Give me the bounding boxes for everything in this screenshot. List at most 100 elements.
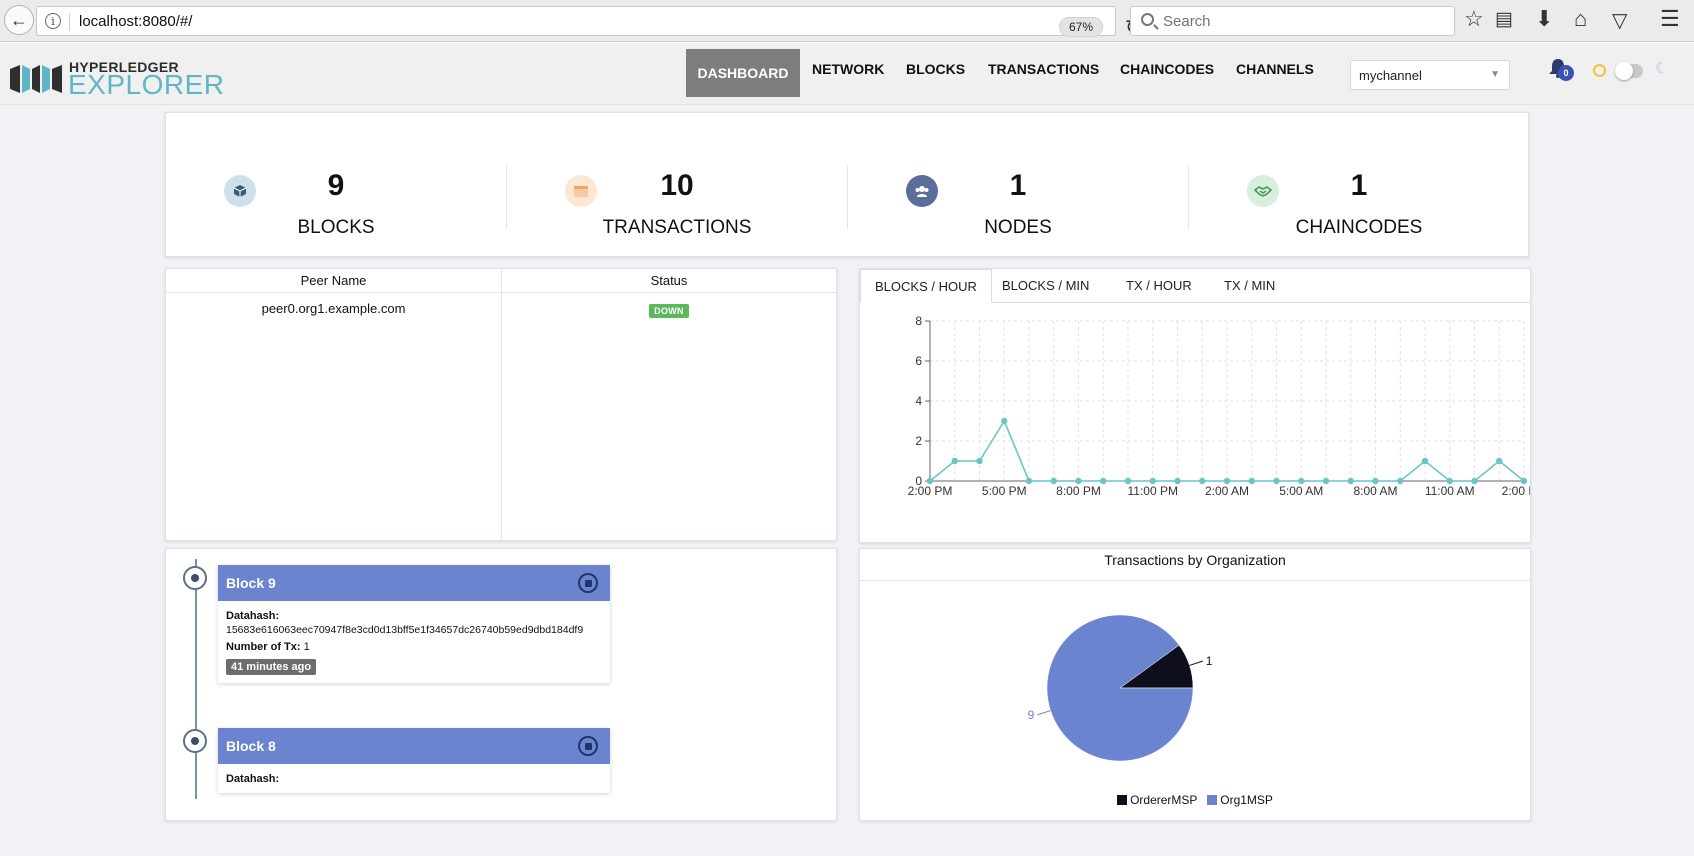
data-point: [1520, 477, 1528, 485]
x-tick-label: 8:00 PM: [1056, 484, 1101, 498]
block-card[interactable]: Block 9 Datahash: 15683e616063eec70947f8…: [218, 565, 610, 683]
stat-blocks-label: BLOCKS: [297, 217, 375, 238]
pocket-icon[interactable]: ▽: [1612, 8, 1627, 33]
channel-select-value: mychannel: [1359, 68, 1422, 83]
block-timeline-card: Block 9 Datahash: 15683e616063eec70947f8…: [165, 548, 837, 821]
stats-card: 9 BLOCKS 10 TRANSACTIONS 1 NODES 1 CHAIN…: [165, 112, 1529, 257]
arrow-left-icon: ←: [10, 9, 28, 30]
toggle-knob: [1615, 62, 1633, 80]
status-header[interactable]: Status: [502, 269, 836, 293]
data-point: [1298, 477, 1305, 485]
legend-swatch: [1117, 795, 1128, 805]
legend-item-org1[interactable]: Org1MSP: [1207, 793, 1273, 807]
nav-transactions[interactable]: TRANSACTIONS: [988, 61, 1099, 77]
reader-list-icon[interactable]: ▤: [1495, 8, 1513, 31]
zoom-badge[interactable]: 67%: [1059, 17, 1104, 37]
block-body: Datahash:: [218, 764, 610, 793]
data-point: [1273, 477, 1280, 485]
timeline-line: [195, 559, 197, 799]
legend-item-orderer[interactable]: OrdererMSP: [1117, 793, 1197, 807]
pie-slice: [1046, 614, 1194, 762]
nav-blocks[interactable]: BLOCKS: [906, 61, 965, 77]
datahash-label: Datahash:: [226, 610, 280, 622]
data-point: [1050, 477, 1057, 485]
data-point: [1347, 477, 1354, 485]
nav-channels[interactable]: CHANNELS: [1236, 61, 1314, 77]
app-header: HYPERLEDGER EXPLORER DASHBOARD NETWORK B…: [0, 43, 1694, 105]
info-icon[interactable]: i: [45, 13, 61, 29]
logo-explorer-text: EXPLORER: [68, 69, 225, 100]
block-cube-icon: [578, 573, 598, 593]
block-title: Block 9: [226, 575, 276, 591]
pie-value-label: 9: [1028, 708, 1035, 722]
search-icon: [1141, 13, 1154, 26]
status-badge: DOWN: [649, 304, 689, 318]
y-tick-label: 4: [915, 394, 922, 408]
theme-toggle[interactable]: [1615, 62, 1643, 80]
blocks-chart-card: BLOCKS / HOUR BLOCKS / MIN TX / HOUR TX …: [859, 268, 1531, 543]
data-point: [976, 457, 983, 465]
block-header[interactable]: Block 9: [218, 565, 610, 601]
pie-value-label: 1: [1206, 654, 1213, 668]
chart-tabs: BLOCKS / HOUR BLOCKS / MIN TX / HOUR TX …: [860, 269, 1530, 303]
tab-blocks-min[interactable]: BLOCKS / MIN: [988, 269, 1103, 303]
data-point: [1446, 477, 1453, 485]
legend-label: OrdererMSP: [1130, 793, 1198, 807]
data-point: [1100, 477, 1107, 485]
data-point: [1397, 477, 1404, 485]
pie-chart-title: Transactions by Organization: [860, 549, 1530, 581]
sun-icon: [1593, 64, 1606, 77]
tx-count-value: 1: [303, 641, 310, 653]
data-point: [1001, 417, 1008, 425]
datahash-value: 15683e616063eec70947f8e3cd0d13bff5e1f346…: [226, 624, 584, 636]
tx-by-org-pie-chart: 19: [1028, 614, 1213, 762]
tab-tx-hour[interactable]: TX / HOUR: [1112, 269, 1206, 303]
data-point: [1025, 477, 1033, 485]
status-cell: DOWN: [502, 302, 836, 318]
tx-count-label: Number of Tx:: [226, 641, 301, 653]
tab-blocks-hour[interactable]: BLOCKS / HOUR: [860, 269, 992, 303]
nav-dashboard[interactable]: DASHBOARD: [686, 49, 800, 97]
data-point: [951, 457, 958, 465]
peer-name-header[interactable]: Peer Name: [166, 269, 501, 293]
data-point: [1372, 477, 1379, 485]
nav-network[interactable]: NETWORK: [812, 61, 884, 77]
url-text[interactable]: localhost:8080/#/: [79, 13, 192, 30]
data-point: [926, 477, 934, 485]
hyperledger-logo-icon: [10, 65, 62, 93]
address-bar[interactable]: i localhost:8080/#/ 67% ↻: [36, 6, 1142, 39]
legend-swatch: [1207, 795, 1218, 805]
channel-select[interactable]: mychannel ▼: [1350, 60, 1510, 90]
y-tick-label: 8: [915, 314, 922, 328]
browser-search-input[interactable]: [1163, 11, 1443, 31]
bookmark-star-icon[interactable]: ☆: [1464, 6, 1484, 32]
download-icon[interactable]: ⬇: [1535, 6, 1553, 32]
block-card[interactable]: Block 8 Datahash:: [218, 728, 610, 793]
block-cube-icon: [578, 736, 598, 756]
menu-icon[interactable]: ☰: [1660, 6, 1680, 32]
data-point: [1174, 477, 1181, 485]
x-tick-label: 8:00 AM: [1353, 484, 1397, 498]
home-icon[interactable]: ⌂: [1574, 6, 1587, 32]
x-tick-label: 5:00 PM: [982, 484, 1027, 498]
back-button[interactable]: ←: [4, 5, 34, 35]
data-point: [1471, 477, 1478, 485]
data-point: [1421, 457, 1429, 465]
stat-blocks: 9 BLOCKS: [166, 113, 506, 253]
legend-label: Org1MSP: [1220, 793, 1273, 807]
dashboard-main: 9 BLOCKS 10 TRANSACTIONS 1 NODES 1 CHAIN…: [0, 105, 1694, 856]
block-header[interactable]: Block 8: [218, 728, 610, 764]
stat-chaincodes: 1 CHAINCODES: [1189, 113, 1529, 253]
stat-chaincodes-label: CHAINCODES: [1295, 217, 1423, 238]
stat-transactions-label: TRANSACTIONS: [602, 217, 752, 238]
nav-chaincodes[interactable]: CHAINCODES: [1120, 61, 1214, 77]
pie-label-line: [1037, 710, 1051, 716]
tab-tx-min[interactable]: TX / MIN: [1210, 269, 1289, 303]
stat-blocks-value: 9: [327, 169, 345, 202]
stat-transactions: 10 TRANSACTIONS: [507, 113, 847, 253]
x-tick-label: 2:00 AM: [1205, 484, 1249, 498]
data-point: [1149, 477, 1156, 485]
block-title: Block 8: [226, 738, 276, 754]
timeline-block-icon: [183, 729, 207, 753]
browser-search-box[interactable]: [1130, 6, 1455, 36]
